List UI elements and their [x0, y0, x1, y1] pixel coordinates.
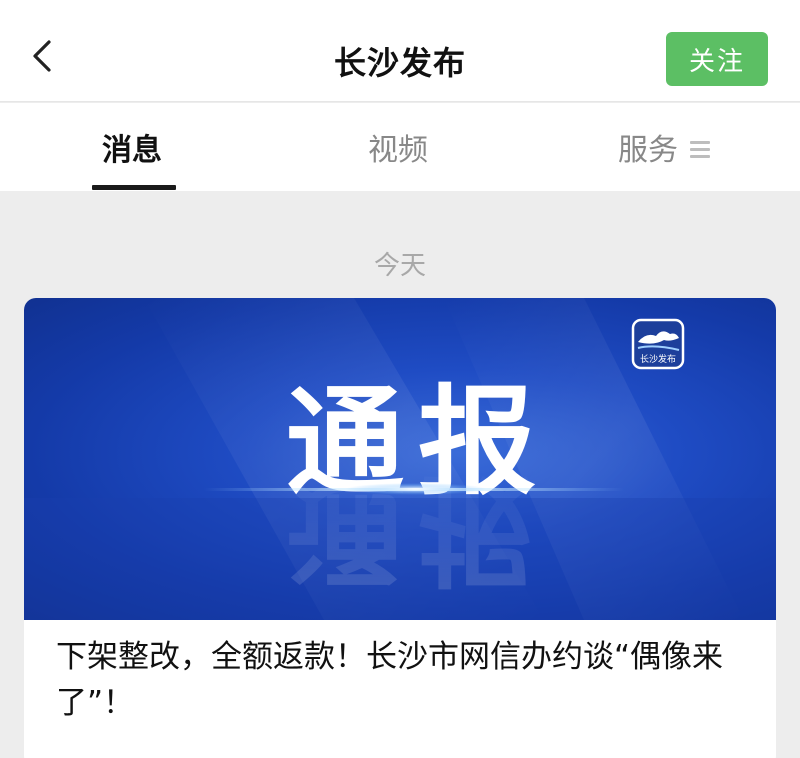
tab-videos[interactable]: 视频: [368, 125, 428, 169]
follow-button[interactable]: 关注: [666, 32, 768, 86]
logo-text: 长沙发布: [640, 353, 676, 365]
active-tab-indicator: [92, 185, 176, 190]
article-card[interactable]: 通报 通报 长沙发布 下架整改，全额返款！长沙市网信办约谈“偶像来了”！: [24, 298, 776, 758]
changsha-logo-icon: 长沙发布: [631, 318, 685, 370]
tab-bar: 消息 视频 服务: [0, 103, 800, 191]
tab-services[interactable]: 服务: [618, 125, 678, 169]
article-headline[interactable]: 下架整改，全额返款！长沙市网信办约谈“偶像来了”！: [56, 634, 756, 726]
date-separator: 今天: [373, 251, 426, 281]
article-banner: 通报 通报 长沙发布: [24, 298, 776, 620]
top-bar: 长沙发布 关注: [0, 0, 800, 102]
menu-icon[interactable]: [690, 141, 710, 159]
tab-messages[interactable]: 消息: [102, 125, 162, 169]
